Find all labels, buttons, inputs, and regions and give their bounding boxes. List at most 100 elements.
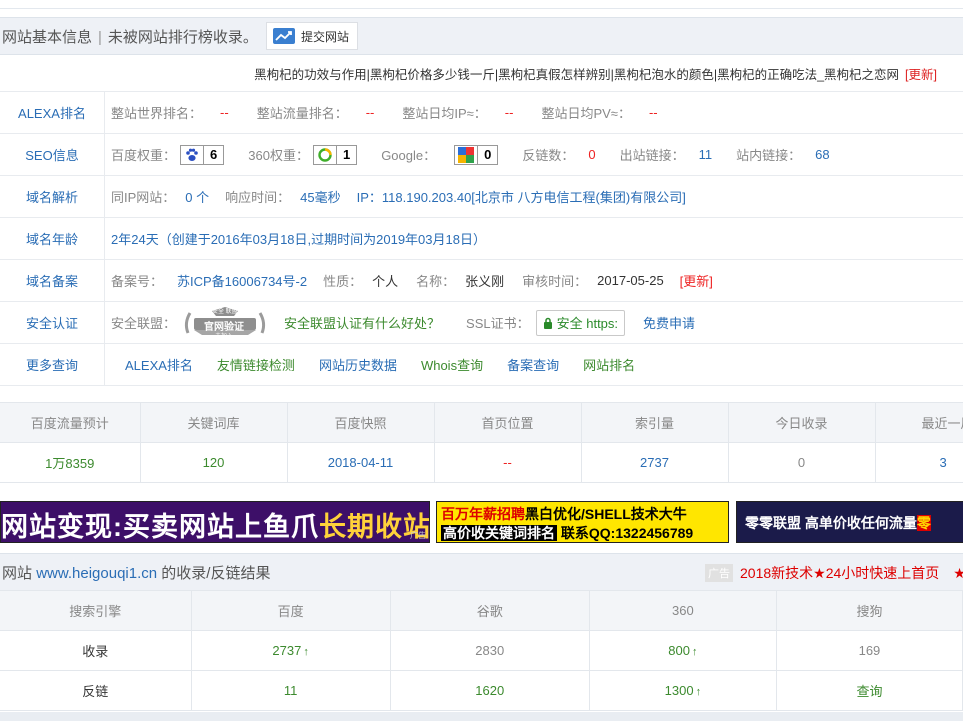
more-link-history[interactable]: 网站历史数据 bbox=[319, 355, 397, 374]
stats-today: 0 bbox=[728, 442, 876, 483]
header-ad-tag: 广告 bbox=[705, 564, 733, 582]
stats-baidu-traffic[interactable]: 1万8359 bbox=[0, 442, 141, 483]
same-ip-value[interactable]: 0 个 bbox=[185, 187, 209, 206]
stats-header: 索引量 bbox=[581, 402, 729, 443]
baidu-paw-icon bbox=[181, 145, 205, 164]
arrow-up-icon: ↑ bbox=[691, 646, 698, 658]
google-icon bbox=[455, 145, 479, 164]
more-query-row: 更多查询 ALEXA排名 友情链接检测 网站历史数据 Whois查询 备案查询 … bbox=[0, 343, 963, 386]
more-link-friendlink[interactable]: 友情链接检测 bbox=[217, 355, 295, 374]
icp-time-label: 审核时间： bbox=[522, 274, 588, 289]
baidu-index-cell[interactable]: 2737 ↑ bbox=[191, 630, 391, 671]
index-360-value: 800 bbox=[668, 643, 690, 658]
outlinks-value[interactable]: 11 bbox=[699, 147, 713, 162]
ad2-line1-a: 百万年薪招聘 bbox=[441, 506, 525, 522]
sogou-backlink-query-link[interactable]: 查询 bbox=[776, 670, 963, 711]
inlinks-value[interactable]: 68 bbox=[815, 147, 829, 162]
ad2-line2: 高价收关键词排名 联系QQ:1322456789 bbox=[441, 523, 693, 542]
table-row: 收录 2737 ↑ 2830 800 ↑ 169 bbox=[0, 630, 963, 671]
world-rank-value: -- bbox=[220, 105, 229, 120]
ssl-badge[interactable]: 安全 https: bbox=[535, 309, 626, 336]
more-link-icp[interactable]: 备案查询 bbox=[507, 355, 559, 374]
icp-name-value: 张义刚 bbox=[465, 274, 505, 289]
icp-number-label: 备案号： bbox=[111, 274, 164, 289]
stats-keywords[interactable]: 120 bbox=[140, 442, 288, 483]
baidu-backlink-cell[interactable]: 11 bbox=[191, 670, 391, 711]
so360-icon bbox=[314, 145, 337, 164]
ad3-text: 零零联盟 高单价收任何流量零 bbox=[745, 513, 931, 533]
basic-info-table: ALEXA排名 整站世界排名： -- 整站流量排名： -- 整站日均IP≈： -- 整… bbox=[0, 92, 963, 386]
seo-label: SEO信息 bbox=[0, 133, 105, 176]
sogou-index-cell: 169 bbox=[776, 630, 963, 671]
ssl-badge-text: 安全 https: bbox=[556, 316, 619, 331]
ssl-free-apply-link[interactable]: 免费申请 bbox=[643, 313, 695, 332]
inlinks-label: 站内链接： bbox=[736, 148, 802, 163]
more-link-rank[interactable]: 网站排名 bbox=[583, 355, 635, 374]
more-link-whois[interactable]: Whois查询 bbox=[421, 355, 483, 374]
more-link-alexa[interactable]: ALEXA排名 bbox=[125, 355, 193, 374]
header-ad-link[interactable]: 2018新技术★24小时快速上首页 ★ bbox=[740, 563, 963, 583]
domain-age-value[interactable]: 2年24天（创建于2016年03月18日,过期时间为2019年03月18日） bbox=[111, 229, 486, 248]
weight-360-badge[interactable]: 1 bbox=[312, 144, 358, 165]
results-header: 搜索引擎 bbox=[0, 590, 192, 631]
response-time-value: 45毫秒 bbox=[300, 190, 341, 205]
security-row: 安全认证 安全联盟： 安全 联盟 官网验证 未加入 安全联盟认证有什么好处？ S… bbox=[0, 301, 963, 344]
daily-ip-value: -- bbox=[504, 105, 514, 120]
google-index-cell: 2830 bbox=[390, 630, 590, 671]
security-union-link[interactable]: 安全联盟认证有什么好处？ bbox=[284, 313, 440, 332]
icp-name-label: 名称： bbox=[416, 274, 456, 289]
icp-update-link[interactable]: [更新] bbox=[680, 271, 713, 290]
weight-360-label: 360权重： bbox=[248, 148, 309, 163]
backlink-360-cell[interactable]: 1300 ↑ bbox=[589, 670, 777, 711]
backlinks-value[interactable]: 0 bbox=[588, 147, 595, 162]
baidu-weight-badge[interactable]: 6 bbox=[180, 144, 225, 165]
section-title: 网站基本信息 | 未被网站排行榜收录。 bbox=[2, 28, 258, 46]
arrow-up-icon: ↑ bbox=[695, 686, 702, 698]
ad-banner-recruit[interactable]: 百万年薪招聘黑白优化/SHELL技术大牛 高价收关键词排名 联系QQ:13224… bbox=[436, 501, 729, 543]
top-strip bbox=[0, 0, 963, 9]
stats-header: 百度快照 bbox=[287, 402, 435, 443]
google-pr-badge[interactable]: 0 bbox=[454, 144, 499, 165]
world-rank-label: 整站世界排名： bbox=[111, 106, 203, 121]
row-name: 收录 bbox=[0, 630, 192, 671]
traffic-stats-table: 百度流量预计 关键词库 百度快照 首页位置 索引量 今日收录 最近一周 1万83… bbox=[0, 402, 963, 483]
results-domain[interactable]: www.heigouqi1.cn bbox=[36, 565, 157, 582]
lock-icon bbox=[543, 317, 552, 329]
icp-label: 域名备案 bbox=[0, 259, 105, 302]
ip-address-link[interactable]: IP：118.190.203.40[北京市 八方电信工程(集团)有限公司] bbox=[357, 187, 686, 206]
domain-age-label: 域名年龄 bbox=[0, 217, 105, 260]
icp-number-value[interactable]: 苏ICP备16006734号-2 bbox=[177, 271, 307, 290]
arrow-up-icon: ↑ bbox=[303, 646, 309, 658]
index-results-header: 网站 www.heigouqi1.cn 的收录/反链结果 广告 2018新技术★… bbox=[0, 553, 963, 590]
stats-header: 今日收录 bbox=[728, 402, 876, 443]
index-results-table: 搜索引擎 百度 谷歌 360 搜狗 收录 2737 ↑ 2830 800 ↑ 169… bbox=[0, 590, 963, 711]
stats-header: 关键词库 bbox=[140, 402, 288, 443]
ad1-tag: 广告 bbox=[410, 531, 426, 540]
stats-index[interactable]: 2737 bbox=[581, 442, 729, 483]
stats-week[interactable]: 3 bbox=[875, 442, 963, 483]
dns-label: 域名解析 bbox=[0, 175, 105, 218]
baidu-index-value: 2737 bbox=[272, 643, 302, 658]
results-header: 百度 bbox=[191, 590, 391, 631]
ad-banner-lingling[interactable]: 零零联盟 高单价收任何流量零 bbox=[736, 501, 963, 543]
stats-header: 百度流量预计 bbox=[0, 402, 141, 443]
table-row: 反链 11 1620 1300 ↑ 查询 bbox=[0, 670, 963, 711]
google-backlink-cell[interactable]: 1620 bbox=[390, 670, 590, 711]
alexa-label: ALEXA排名 bbox=[0, 92, 105, 134]
ad-banners: 网站变现:买卖网站上鱼爪长期收站 广告 百万年薪招聘黑白优化/SHELL技术大牛… bbox=[0, 501, 963, 545]
stats-snapshot[interactable]: 2018-04-11 bbox=[287, 442, 435, 483]
ad2-line1-b: 黑白优化/SHELL技术大牛 bbox=[525, 506, 687, 522]
more-query-label: 更多查询 bbox=[0, 343, 105, 386]
description-text: 黑枸杞的功效与作用|黑枸杞价格多少钱一斤|黑枸杞真假怎样辨别|黑枸杞泡水的颜色|… bbox=[254, 67, 900, 82]
index-360-cell[interactable]: 800 ↑ bbox=[589, 630, 777, 671]
description-update-link[interactable]: [更新] bbox=[905, 64, 937, 83]
submit-site-button[interactable]: 提交网站 bbox=[265, 22, 358, 50]
ad2-line2-a: 高价收关键词排名 bbox=[441, 525, 557, 541]
google-pr-value: 0 bbox=[484, 147, 492, 162]
ad-banner-yuzhua[interactable]: 网站变现:买卖网站上鱼爪长期收站 广告 bbox=[0, 501, 430, 543]
official-verify-seal[interactable]: 安全 联盟 官网验证 未加入 bbox=[182, 306, 268, 340]
weight-360-value: 1 bbox=[342, 147, 351, 162]
site-description: 黑枸杞的功效与作用|黑枸杞价格多少钱一斤|黑枸杞真假怎样辨别|黑枸杞泡水的颜色|… bbox=[0, 55, 963, 92]
security-label: 安全认证 bbox=[0, 301, 105, 344]
results-header: 搜狗 bbox=[776, 590, 963, 631]
